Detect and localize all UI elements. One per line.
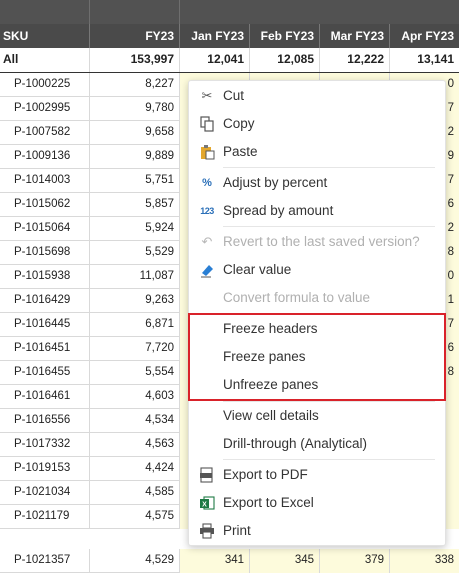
fy-cell[interactable]: 5,529 <box>90 241 180 265</box>
table-row: P-1021357 4,529 341 345 379 338 <box>0 549 459 573</box>
total-mar[interactable]: 12,222 <box>320 48 390 72</box>
sku-cell[interactable]: P-1009136 <box>0 145 90 169</box>
menu-item-clear-value[interactable]: Clear value <box>189 256 447 284</box>
fy-cell[interactable]: 9,889 <box>90 145 180 169</box>
sku-cell[interactable]: P-1014003 <box>0 169 90 193</box>
sku-cell[interactable]: P-1015062 <box>0 193 90 217</box>
sku-cell[interactable]: P-1016556 <box>0 409 90 433</box>
column-header-sku[interactable]: SKU <box>0 24 90 48</box>
sku-cell[interactable]: P-1016445 <box>0 313 90 337</box>
fy-cell[interactable]: 4,534 <box>90 409 180 433</box>
sku-cell[interactable]: P-1021357 <box>0 549 90 573</box>
sku-cell[interactable]: P-1007582 <box>0 121 90 145</box>
excel-icon: X <box>199 495 215 511</box>
feb-cell[interactable]: 345 <box>250 549 320 573</box>
pdf-icon <box>199 467 215 483</box>
sku-cell[interactable]: P-1016455 <box>0 361 90 385</box>
total-fy[interactable]: 153,997 <box>90 48 180 72</box>
column-header-mar[interactable]: Mar FY23 <box>320 24 390 48</box>
column-header-row: SKU FY23 Jan FY23 Feb FY23 Mar FY23 Apr … <box>0 24 459 48</box>
header-band <box>0 0 459 24</box>
fy-cell[interactable]: 4,424 <box>90 457 180 481</box>
fy-cell[interactable]: 9,263 <box>90 289 180 313</box>
printer-icon <box>199 523 215 539</box>
fy-cell[interactable]: 4,585 <box>90 481 180 505</box>
sku-cell[interactable]: P-1016429 <box>0 289 90 313</box>
freeze-options-highlight <box>188 313 446 401</box>
fy-cell[interactable]: 9,658 <box>90 121 180 145</box>
menu-item-export-pdf[interactable]: Export to PDF <box>189 461 447 489</box>
column-header-apr[interactable]: Apr FY23 <box>390 24 459 48</box>
menu-item-revert[interactable]: ↶ Revert to the last saved version? <box>189 228 447 256</box>
undo-icon: ↶ <box>201 234 213 249</box>
total-feb[interactable]: 12,085 <box>250 48 320 72</box>
menu-divider <box>223 226 435 227</box>
menu-item-paste[interactable]: Paste <box>189 138 447 166</box>
column-header-jan[interactable]: Jan FY23 <box>180 24 250 48</box>
column-header-fy23[interactable]: FY23 <box>90 24 180 48</box>
fy-cell[interactable]: 5,924 <box>90 217 180 241</box>
spread-123-icon: 123 <box>200 206 214 216</box>
percent-icon: % <box>202 177 212 189</box>
menu-item-export-excel[interactable]: X Export to Excel <box>189 489 447 517</box>
menu-divider <box>223 167 435 168</box>
jan-cell[interactable]: 341 <box>180 549 250 573</box>
sku-cell[interactable]: P-1016461 <box>0 385 90 409</box>
eraser-icon <box>199 262 215 278</box>
apr-cell[interactable]: 338 <box>390 549 459 573</box>
fy-cell[interactable]: 7,720 <box>90 337 180 361</box>
mar-cell[interactable]: 379 <box>320 549 390 573</box>
fy-cell[interactable]: 4,603 <box>90 385 180 409</box>
fy-cell[interactable]: 5,554 <box>90 361 180 385</box>
sku-cell[interactable]: P-1015064 <box>0 217 90 241</box>
fy-cell[interactable]: 4,529 <box>90 549 180 573</box>
fy-cell[interactable]: 5,857 <box>90 193 180 217</box>
menu-item-print[interactable]: Print <box>189 517 447 545</box>
svg-text:X: X <box>202 502 207 509</box>
sku-cell[interactable]: P-1017332 <box>0 433 90 457</box>
menu-item-cut[interactable]: ✂ Cut <box>189 82 447 110</box>
fy-cell[interactable]: 4,563 <box>90 433 180 457</box>
sku-cell[interactable]: P-1000225 <box>0 73 90 97</box>
fy-cell[interactable]: 6,871 <box>90 313 180 337</box>
menu-item-convert-formula[interactable]: Convert formula to value <box>189 284 447 312</box>
menu-item-view-cell-details[interactable]: View cell details <box>189 402 447 430</box>
fy-cell[interactable]: 11,087 <box>90 265 180 289</box>
sku-cell[interactable]: P-1015698 <box>0 241 90 265</box>
menu-item-spread-by-amount[interactable]: 123 Spread by amount <box>189 197 447 225</box>
fy-cell[interactable]: 8,227 <box>90 73 180 97</box>
menu-divider <box>223 459 435 460</box>
sku-cell[interactable]: P-1002995 <box>0 97 90 121</box>
sku-cell[interactable]: P-1019153 <box>0 457 90 481</box>
sku-cell[interactable]: P-1021179 <box>0 505 90 529</box>
menu-item-copy[interactable]: Copy <box>189 110 447 138</box>
fy-cell[interactable]: 4,575 <box>90 505 180 529</box>
sku-cell[interactable]: P-1016451 <box>0 337 90 361</box>
menu-item-adjust-by-percent[interactable]: % Adjust by percent <box>189 169 447 197</box>
fy-cell[interactable]: 9,780 <box>90 97 180 121</box>
total-label[interactable]: All <box>0 48 90 72</box>
total-jan[interactable]: 12,041 <box>180 48 250 72</box>
column-header-feb[interactable]: Feb FY23 <box>250 24 320 48</box>
total-row: All 153,997 12,041 12,085 12,222 13,141 <box>0 48 459 73</box>
total-apr[interactable]: 13,141 <box>390 48 459 72</box>
menu-item-drill-through[interactable]: Drill-through (Analytical) <box>189 430 447 458</box>
sku-cell[interactable]: P-1015938 <box>0 265 90 289</box>
copy-icon <box>199 116 215 132</box>
paste-icon <box>199 144 215 160</box>
sku-cell[interactable]: P-1021034 <box>0 481 90 505</box>
fy-cell[interactable]: 5,751 <box>90 169 180 193</box>
scissors-icon: ✂ <box>201 88 213 103</box>
